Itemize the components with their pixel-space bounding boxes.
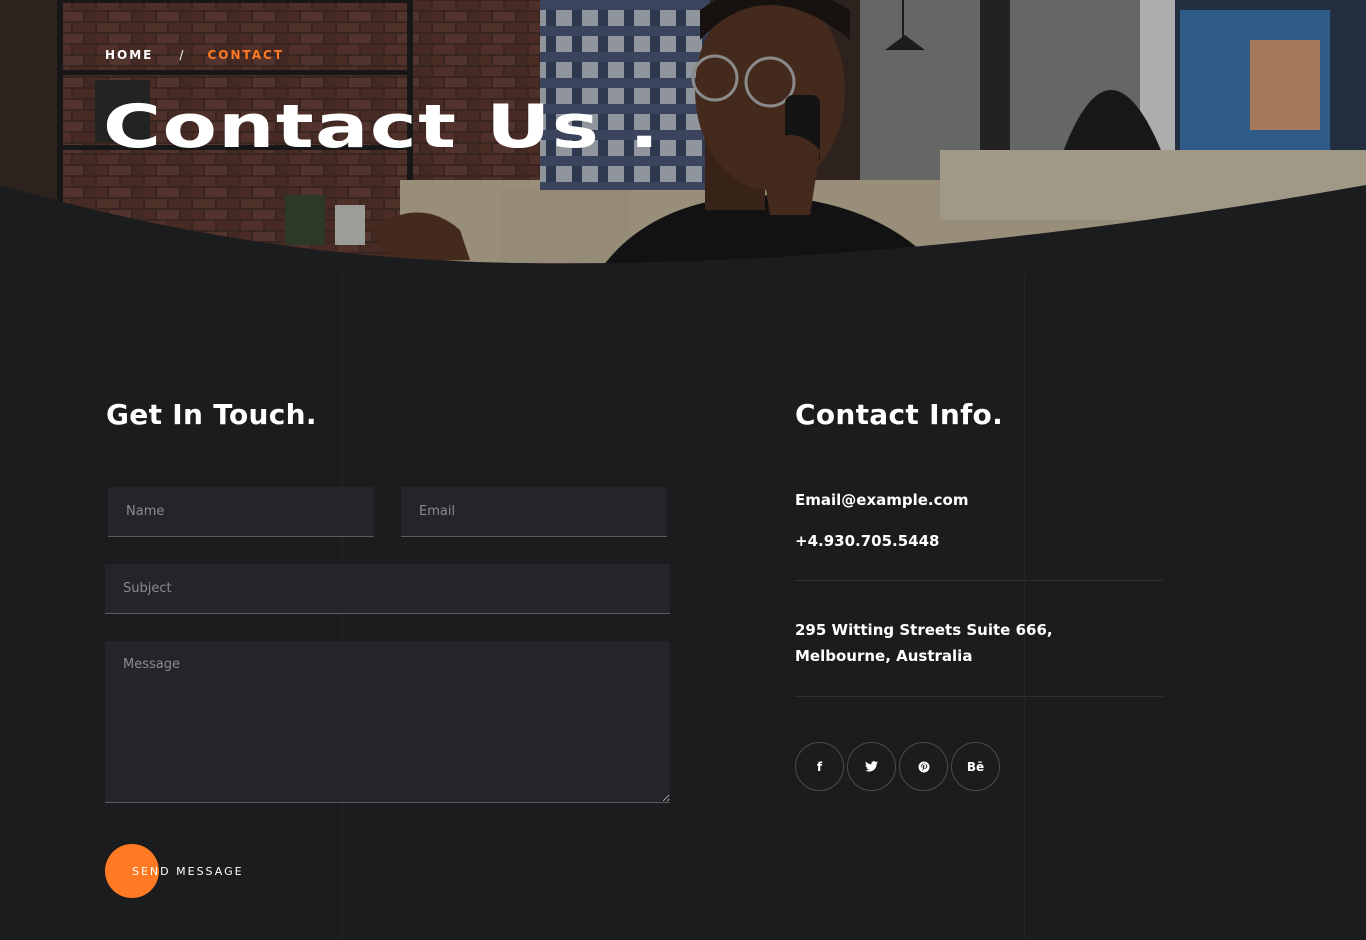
address-line-2: Melbourne, Australia (795, 647, 973, 665)
get-in-touch-heading: Get In Touch. (106, 398, 317, 431)
facebook-link[interactable]: f (795, 742, 844, 791)
message-textarea[interactable] (105, 641, 670, 803)
pinterest-link[interactable] (899, 742, 948, 791)
contact-info-heading: Contact Info. (795, 398, 1004, 431)
send-message-button[interactable]: SEND MESSAGE (105, 844, 244, 899)
behance-icon: Bē (966, 759, 985, 774)
name-input[interactable] (108, 487, 374, 537)
guide-line-right (1024, 275, 1025, 940)
page-title: Contact Us . (103, 92, 661, 162)
behance-link[interactable]: Bē (951, 742, 1000, 791)
social-links: f Bē (795, 742, 1000, 791)
subject-input[interactable] (105, 564, 670, 614)
breadcrumb-home-link[interactable]: HOME (105, 48, 153, 62)
address-line-1: 295 Witting Streets Suite 666, (795, 621, 1053, 639)
breadcrumb: HOME / CONTACT (105, 48, 284, 62)
hero-banner: HOME / CONTACT Contact Us . (0, 0, 1366, 270)
email-input[interactable] (401, 487, 667, 537)
twitter-link[interactable] (847, 742, 896, 791)
send-button-label: SEND MESSAGE (132, 865, 244, 878)
facebook-icon: f (816, 759, 823, 774)
contact-email-link[interactable]: Email@example.com (795, 487, 968, 513)
info-divider-top (795, 580, 1163, 581)
info-divider-bottom (795, 696, 1163, 697)
pinterest-icon (918, 761, 929, 772)
contact-phone-link[interactable]: +4.930.705.5448 (795, 528, 939, 554)
twitter-icon (865, 761, 878, 772)
breadcrumb-separator: / (179, 48, 186, 62)
breadcrumb-current: CONTACT (207, 48, 285, 62)
